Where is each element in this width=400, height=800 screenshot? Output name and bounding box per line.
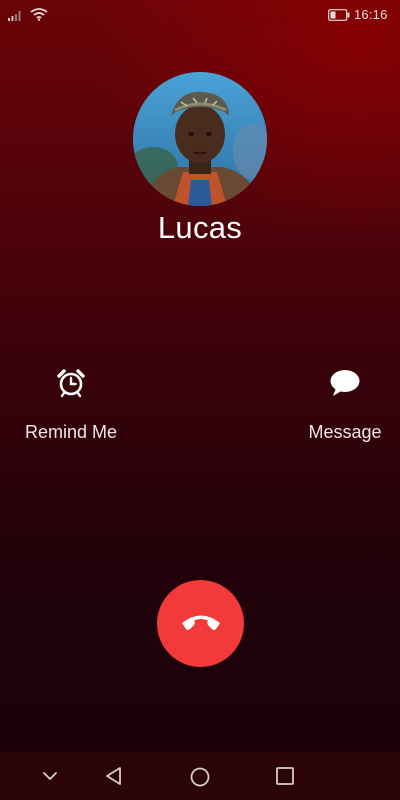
message-button[interactable]: Message bbox=[275, 362, 400, 443]
contact-avatar bbox=[133, 72, 267, 206]
battery-icon bbox=[328, 9, 350, 24]
chevron-down-icon[interactable] bbox=[42, 769, 58, 787]
home-circle-icon[interactable] bbox=[189, 766, 211, 793]
message-label: Message bbox=[308, 422, 382, 442]
phone-hangup-icon bbox=[179, 610, 223, 637]
recent-square-icon[interactable] bbox=[275, 766, 295, 791]
contact-name: Lucas bbox=[157, 210, 243, 245]
wifi-icon bbox=[30, 7, 48, 24]
remind-me-button[interactable]: Remind Me bbox=[1, 362, 141, 443]
alarm-clock-icon bbox=[56, 368, 86, 403]
message-bubble-icon bbox=[329, 368, 361, 403]
status-time: 16:16 bbox=[354, 7, 388, 22]
signal-icon bbox=[8, 9, 24, 24]
status-bar: 16:16 bbox=[0, 0, 400, 28]
decline-call-button[interactable] bbox=[157, 580, 244, 667]
navigation-bar bbox=[0, 752, 400, 800]
incoming-call-screen: 16:16 Lucas Remind Me Message bbox=[0, 0, 400, 800]
remind-me-label: Remind Me bbox=[24, 422, 118, 442]
back-triangle-icon[interactable] bbox=[104, 766, 124, 791]
